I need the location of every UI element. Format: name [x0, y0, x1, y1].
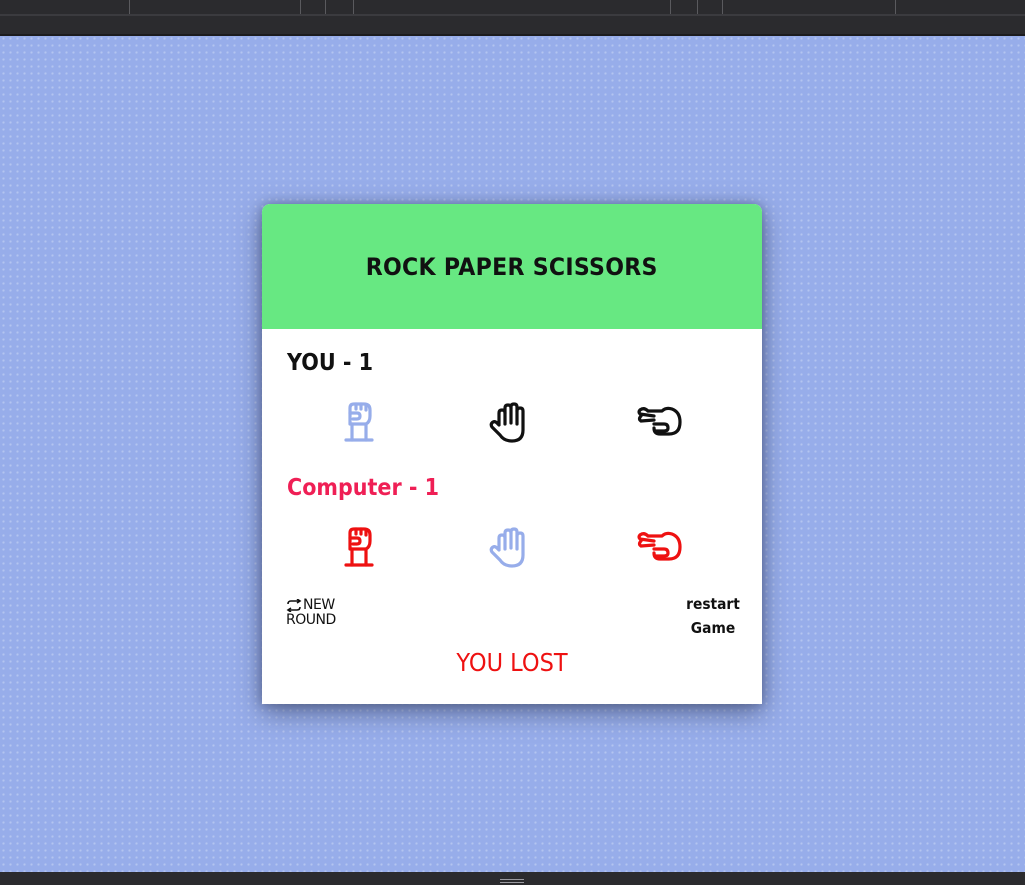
rock-hand-icon [344, 402, 374, 442]
result-message: YOU LOST [456, 648, 568, 677]
scissors-hand-icon [637, 531, 682, 561]
computer-rock-display [336, 525, 382, 571]
top-bar-strip [0, 14, 1025, 16]
rock-hand-icon [344, 527, 374, 567]
top-bar-separator [353, 0, 354, 14]
resize-grip-icon [500, 879, 524, 880]
player-score: YOU - 1 [287, 350, 373, 376]
computer-score-value: 1 [424, 475, 440, 501]
player-paper-button[interactable] [486, 400, 532, 446]
top-bar-separator [722, 0, 723, 14]
player-rock-button[interactable] [336, 400, 382, 446]
game-card: ROCK PAPER SCISSORS YOU - 1 Computer - 1 [262, 204, 762, 704]
scissors-hand-icon [637, 406, 682, 436]
browser-bottom-bar [0, 872, 1025, 885]
paper-hand-icon [489, 527, 525, 568]
new-round-label-line2: ROUND [286, 612, 336, 628]
new-round-button[interactable]: NEW ROUND [286, 598, 348, 630]
top-bar-separator [895, 0, 896, 14]
computer-score-label: Computer - [287, 475, 425, 501]
game-header: ROCK PAPER SCISSORS [262, 204, 762, 329]
top-bar-separator [697, 0, 698, 14]
restart-label-line2: Game [690, 619, 736, 637]
player-scissors-button[interactable] [636, 400, 682, 446]
top-bar-separator [300, 0, 301, 14]
browser-top-bar [0, 0, 1025, 36]
game-title: ROCK PAPER SCISSORS [365, 252, 659, 281]
computer-scissors-display [636, 525, 682, 571]
computer-score: Computer - 1 [287, 475, 439, 501]
cycle-arrows-icon [286, 599, 302, 612]
player-score-value: 1 [358, 350, 374, 376]
paper-hand-icon [489, 402, 525, 443]
restart-game-button[interactable]: restart Game [683, 592, 744, 640]
top-bar-separator [129, 0, 130, 14]
top-bar-separator [325, 0, 326, 14]
new-round-label-line1: NEW [303, 597, 335, 613]
restart-label-line1: restart [686, 595, 740, 613]
player-score-label: YOU - [287, 350, 359, 376]
computer-paper-display [486, 525, 532, 571]
top-bar-separator [670, 0, 671, 14]
